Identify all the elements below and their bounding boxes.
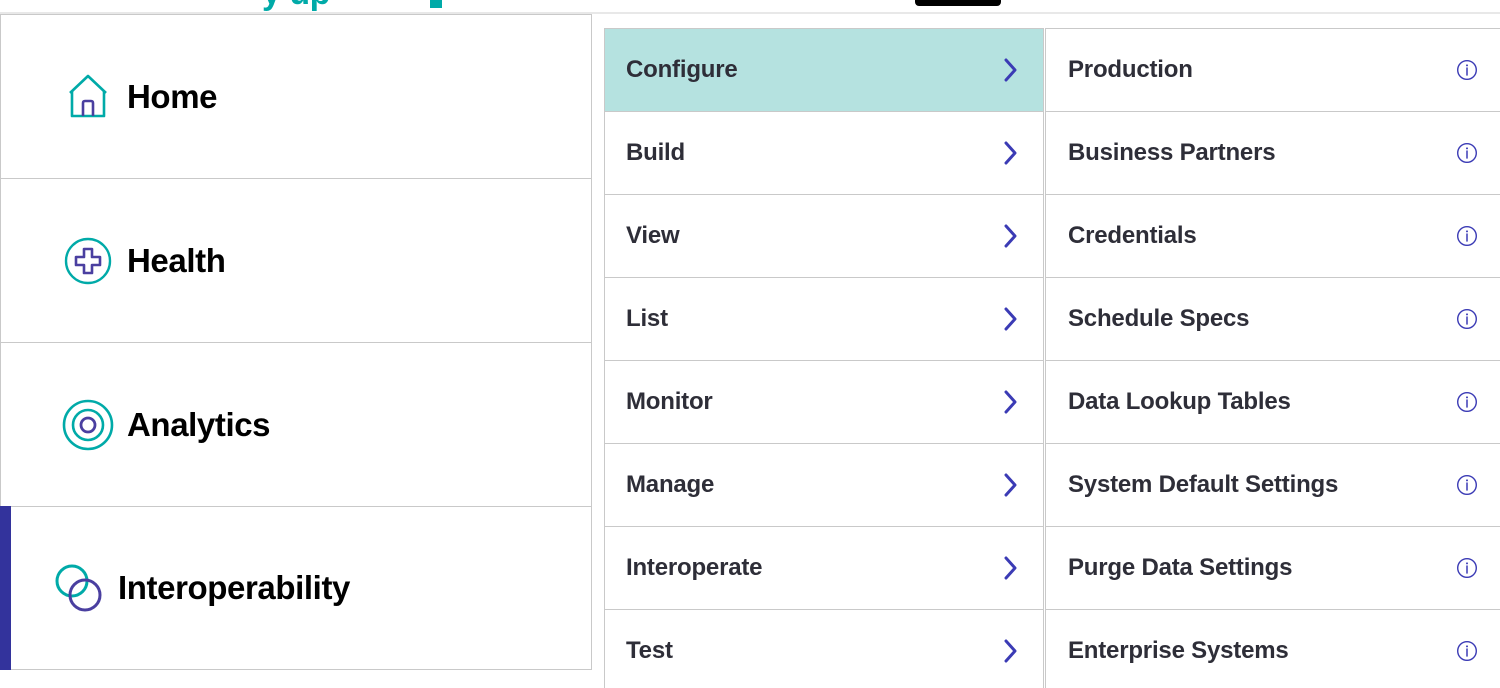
- menu-item-test[interactable]: Test: [604, 609, 1044, 688]
- submenu-column: Configure Build View List Monitor Manage…: [604, 28, 1044, 688]
- menu-item-label: List: [626, 305, 668, 332]
- header-pill-button-fragment[interactable]: [915, 0, 1001, 6]
- chevron-right-icon: [1002, 306, 1020, 332]
- menu-item-label: Interoperate: [626, 554, 763, 581]
- menu-item-label: Purge Data Settings: [1068, 554, 1293, 581]
- body-area: Home Health Analytics Interoperability C…: [0, 14, 1500, 688]
- menu-item-production[interactable]: Production: [1045, 28, 1500, 111]
- sidebar-item-interoperability[interactable]: Interoperability: [0, 506, 592, 670]
- chevron-right-icon: [1002, 555, 1020, 581]
- menu-item-label: View: [626, 222, 680, 249]
- chevron-right-icon: [1002, 140, 1020, 166]
- app-logo-mark-fragment: [430, 0, 442, 8]
- sidebar-item-label: Interoperability: [118, 569, 350, 606]
- menu-item-label: Credentials: [1068, 222, 1197, 249]
- chevron-right-icon: [1002, 638, 1020, 664]
- interop-rings-icon: [48, 557, 110, 619]
- info-icon[interactable]: [1456, 225, 1478, 247]
- info-icon[interactable]: [1456, 59, 1478, 81]
- info-icon[interactable]: [1456, 557, 1478, 579]
- sidebar-item-analytics[interactable]: Analytics: [0, 342, 592, 506]
- menu-item-label: Build: [626, 139, 685, 166]
- sidebar-item-home[interactable]: Home: [0, 14, 592, 178]
- menu-item-label: Business Partners: [1068, 139, 1276, 166]
- menu-item-label: Data Lookup Tables: [1068, 388, 1291, 415]
- chevron-right-icon: [1002, 472, 1020, 498]
- info-icon[interactable]: [1456, 640, 1478, 662]
- menu-item-label: Configure: [626, 56, 738, 83]
- menu-item-label: Test: [626, 636, 673, 664]
- menu-item-manage[interactable]: Manage: [604, 443, 1044, 526]
- menu-item-label: Enterprise Systems: [1068, 636, 1289, 664]
- top-header-strip: y up: [0, 0, 1500, 14]
- menu-item-monitor[interactable]: Monitor: [604, 360, 1044, 443]
- menu-item-list[interactable]: List: [604, 277, 1044, 360]
- chevron-right-icon: [1002, 223, 1020, 249]
- home-icon: [57, 66, 119, 128]
- menu-item-view[interactable]: View: [604, 194, 1044, 277]
- detail-menu-column: Production Business Partners Credentials…: [1045, 28, 1500, 688]
- menu-item-schedule-specs[interactable]: Schedule Specs: [1045, 277, 1500, 360]
- menu-item-label: Schedule Specs: [1068, 305, 1250, 332]
- menu-item-build[interactable]: Build: [604, 111, 1044, 194]
- chevron-right-icon: [1002, 389, 1020, 415]
- menu-item-purge-data-settings[interactable]: Purge Data Settings: [1045, 526, 1500, 609]
- menu-item-enterprise-systems[interactable]: Enterprise Systems: [1045, 609, 1500, 688]
- info-icon[interactable]: [1456, 308, 1478, 330]
- info-icon[interactable]: [1456, 391, 1478, 413]
- app-root: y up Home: [0, 0, 1500, 688]
- menu-item-label: Manage: [626, 471, 715, 498]
- chevron-right-icon: [1002, 57, 1020, 83]
- analytics-target-icon: [57, 394, 119, 456]
- menu-item-interoperate[interactable]: Interoperate: [604, 526, 1044, 609]
- menu-item-business-partners[interactable]: Business Partners: [1045, 111, 1500, 194]
- sidebar-item-label: Home: [127, 77, 218, 115]
- health-cross-icon: [57, 230, 119, 292]
- sidebar-item-label: Analytics: [127, 405, 271, 443]
- sidebar-item-label: Health: [127, 241, 226, 279]
- menu-item-system-default-settings[interactable]: System Default Settings: [1045, 443, 1500, 526]
- menu-item-credentials[interactable]: Credentials: [1045, 194, 1500, 277]
- info-icon[interactable]: [1456, 474, 1478, 496]
- info-icon[interactable]: [1456, 142, 1478, 164]
- primary-nav-rail: Home Health Analytics Interoperability: [0, 14, 592, 688]
- menu-item-data-lookup-tables[interactable]: Data Lookup Tables: [1045, 360, 1500, 443]
- menu-item-label: System Default Settings: [1068, 471, 1339, 498]
- menu-item-label: Production: [1068, 56, 1193, 83]
- menu-item-label: Monitor: [626, 388, 713, 415]
- menu-item-configure[interactable]: Configure: [604, 28, 1044, 111]
- sidebar-item-health[interactable]: Health: [0, 178, 592, 342]
